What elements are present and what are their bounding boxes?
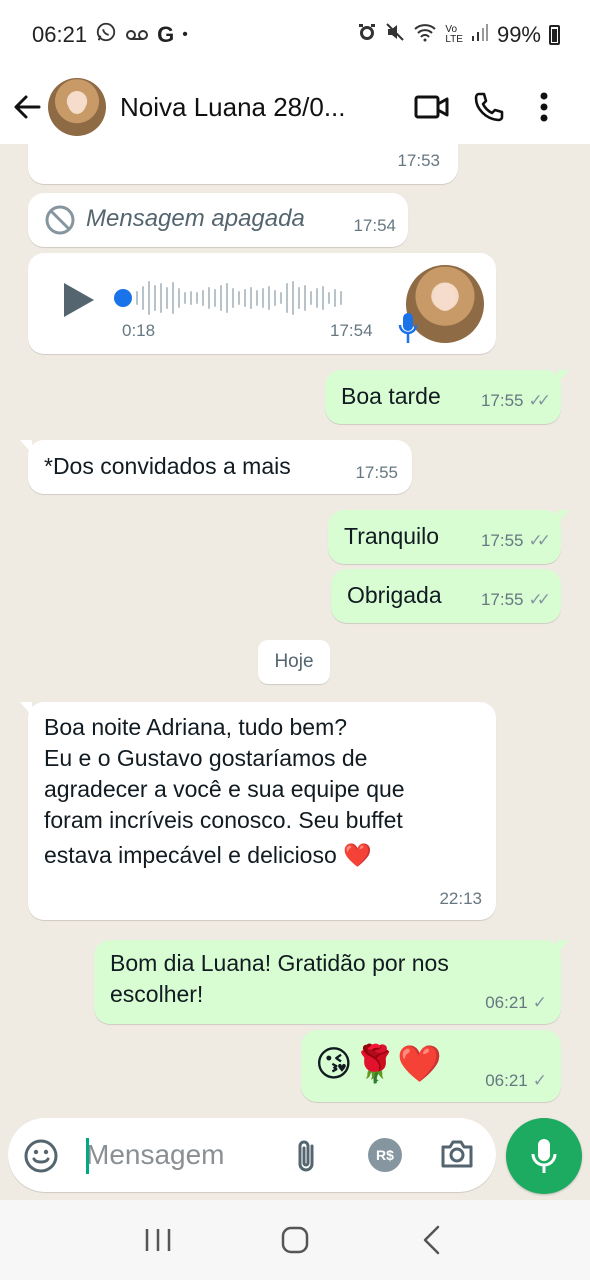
message-bubble-outgoing[interactable]: Tranquilo 17:55 ✓✓ [328, 510, 569, 564]
message-bubble-outgoing[interactable]: Obrigada 17:55 ✓✓ [331, 569, 561, 623]
message-bubble[interactable]: Boa noite Adriana, tudo bem? Eu e o Gust… [20, 702, 496, 920]
voice-waveform[interactable] [136, 281, 342, 315]
battery-percent: 99% [496, 22, 541, 47]
message-time: 17:53 [397, 151, 440, 170]
message-text: Tranquilo [344, 523, 440, 549]
read-receipt-icon: ✓✓ [528, 531, 551, 550]
mute-icon [385, 22, 405, 48]
voice-progress-dot[interactable] [114, 289, 132, 307]
whatsapp-icon [95, 21, 117, 49]
status-bar: 06:21 G • Vo LTE 99% [0, 0, 590, 70]
emoji-icon [24, 1139, 58, 1173]
camera-icon [441, 1140, 473, 1168]
message-time: 06:21 ✓ [485, 987, 547, 1018]
message-text: Boa tarde [341, 383, 441, 409]
back-nav-button[interactable] [402, 1210, 462, 1270]
battery-icon [549, 25, 560, 45]
message-time: 22:13 [439, 889, 482, 908]
play-button[interactable] [62, 281, 96, 327]
volte-icon: Vo LTE [445, 24, 463, 45]
day-separator: Hoje [258, 640, 330, 684]
message-bubble-outgoing[interactable]: Boa tarde 17:55 ✓✓ [325, 370, 569, 424]
message-bubble[interactable]: 17:53 [28, 144, 458, 184]
deleted-message-text: Mensagem apagada [86, 205, 305, 232]
attach-icon [298, 1140, 314, 1172]
voice-call-button[interactable] [460, 82, 516, 132]
message-time: 17:55 ✓✓ [481, 385, 551, 416]
voice-record-button[interactable] [506, 1118, 582, 1194]
video-call-icon [414, 95, 449, 119]
back-icon [423, 1225, 439, 1255]
message-bubble-outgoing[interactable]: Bom dia Luana! Gratidão por nos escolher… [94, 940, 569, 1024]
message-time: 17:54 [330, 321, 373, 340]
video-call-button[interactable] [404, 82, 460, 132]
more-vert-icon [540, 92, 548, 122]
mic-icon [531, 1139, 557, 1173]
attach-button[interactable] [294, 1138, 320, 1179]
read-receipt-icon: ✓✓ [528, 391, 551, 410]
message-time: 17:55 [355, 463, 398, 482]
chat-header: Noiva Luana 28/0... [0, 70, 590, 144]
camera-button[interactable] [440, 1139, 474, 1174]
payment-button[interactable]: R$ [368, 1138, 402, 1172]
delivered-receipt-icon: ✓ [532, 1071, 547, 1090]
message-time: 17:55 ✓✓ [481, 584, 551, 615]
dot-icon: • [182, 26, 188, 43]
message-bubble[interactable]: *Dos convidados a mais 17:55 [20, 440, 412, 494]
recents-icon [146, 1229, 171, 1251]
contact-name[interactable]: Noiva Luana 28/0... [120, 92, 404, 123]
google-icon: G [157, 22, 175, 47]
message-text: Bom dia Luana! Gratidão por nos escolher… [110, 950, 449, 1007]
message-bubble-outgoing[interactable]: 😘🌹❤️ 06:21 ✓ [301, 1030, 561, 1102]
message-text: Boa noite Adriana, tudo bem? Eu e o Gust… [44, 714, 405, 868]
message-time: 06:21 ✓ [485, 1065, 547, 1096]
play-icon [64, 283, 94, 317]
voice-duration: 0:18 [122, 321, 156, 340]
wifi-icon [413, 22, 437, 48]
back-button[interactable] [10, 87, 44, 127]
message-text: *Dos convidados a mais [44, 453, 291, 479]
voice-message-bubble[interactable]: 0:18 17:54 [28, 253, 496, 354]
message-time: 17:54 [353, 216, 396, 235]
phone-icon [474, 92, 504, 122]
status-time: 06:21 [32, 22, 88, 47]
text-caret [86, 1138, 89, 1174]
back-arrow-icon [14, 95, 41, 119]
prohibited-icon [44, 204, 76, 244]
chat-messages[interactable]: 17:53 Mensagem apagada 17:54 0:18 17:54 … [0, 144, 590, 1112]
mic-icon [398, 311, 418, 353]
payment-icon: R$ [376, 1147, 394, 1163]
delivered-receipt-icon: ✓ [532, 993, 547, 1012]
message-input[interactable] [80, 1132, 270, 1178]
system-nav-bar [0, 1200, 590, 1280]
voicemail-icon [125, 22, 149, 48]
message-bubble-deleted[interactable]: Mensagem apagada 17:54 [28, 193, 408, 247]
emoji-message-text: 😘🌹❤️ [315, 1043, 443, 1084]
emoji-button[interactable] [24, 1139, 58, 1178]
message-composer: R$ [8, 1118, 496, 1192]
home-icon [281, 1226, 309, 1254]
contact-avatar[interactable] [48, 78, 106, 136]
recents-button[interactable] [128, 1210, 188, 1270]
message-time: 17:55 ✓✓ [481, 525, 551, 556]
message-text: Obrigada [347, 582, 442, 608]
alarm-icon [357, 22, 377, 48]
home-button[interactable] [265, 1210, 325, 1270]
read-receipt-icon: ✓✓ [528, 590, 551, 609]
more-options-button[interactable] [516, 82, 572, 132]
signal-icon [471, 22, 489, 48]
